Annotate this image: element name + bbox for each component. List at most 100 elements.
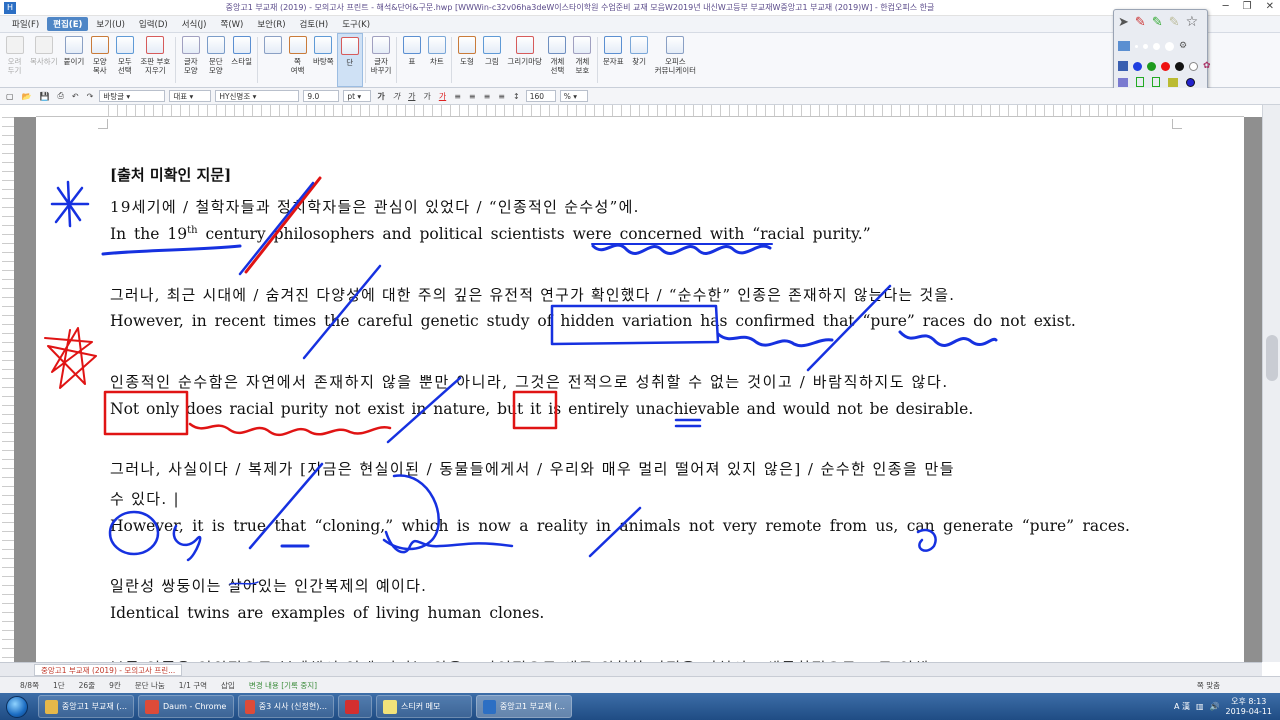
align-center-icon[interactable]: ≡ xyxy=(467,92,478,101)
menu-item[interactable]: 쪽(W) xyxy=(215,17,250,31)
p3-english[interactable]: Not only does racial purity not exist in… xyxy=(110,400,973,418)
color-black-icon[interactable] xyxy=(1175,61,1184,71)
palette-icon[interactable]: ✿ xyxy=(1203,61,1211,71)
align-left-icon[interactable]: ≡ xyxy=(452,92,463,101)
doc-heading[interactable]: [출처 미확인 지문] xyxy=(110,164,231,185)
italic-icon[interactable]: 가 xyxy=(391,91,402,102)
vertical-scrollbar[interactable] xyxy=(1262,105,1280,662)
color-blue-icon[interactable] xyxy=(1133,61,1142,71)
screen-icon[interactable] xyxy=(1118,77,1128,87)
p1-english[interactable]: In the 19th century philosophers and pol… xyxy=(110,225,871,243)
color-white-icon[interactable] xyxy=(1189,61,1198,71)
menu-item[interactable]: 입력(D) xyxy=(133,17,174,31)
ribbon-button[interactable]: 단 xyxy=(336,33,363,87)
open-icon[interactable]: 📂 xyxy=(20,92,34,101)
p2-english[interactable]: However, in recent times the careful gen… xyxy=(110,312,1076,330)
taskbar-item[interactable]: 중3 시사 (신정현)... xyxy=(238,695,334,718)
ribbon-button[interactable]: 글자 바꾸기 xyxy=(368,33,395,87)
ribbon-button[interactable]: 바탕쪽 xyxy=(310,33,337,87)
font-select[interactable]: HY신명조 ▾ xyxy=(215,90,300,102)
color-picker-icon[interactable] xyxy=(1186,77,1195,87)
volume-icon[interactable]: 🔊 xyxy=(1210,702,1220,711)
font-size-field[interactable]: 9.0 xyxy=(303,90,340,102)
settings-gear-icon[interactable]: ⚙ xyxy=(1179,41,1187,51)
print-icon[interactable]: ⎙ xyxy=(56,91,66,101)
scrollbar-thumb[interactable] xyxy=(1266,335,1278,381)
pen-green-icon[interactable]: ✎ xyxy=(1152,15,1163,30)
cursor-pointer-icon[interactable]: ➤ xyxy=(1118,15,1129,30)
strike-icon[interactable]: 가 xyxy=(421,91,432,102)
ribbon-button[interactable]: 그림 xyxy=(479,33,504,87)
ribbon-button[interactable]: 붙이기 xyxy=(61,33,88,87)
ribbon-button[interactable]: 찾기 xyxy=(627,33,652,87)
ribbon-button[interactable]: 그리기마당 xyxy=(504,33,545,87)
underline-icon[interactable]: 가 xyxy=(406,91,417,102)
p4-korean-b[interactable]: 수 있다. | xyxy=(110,488,180,509)
vertical-ruler[interactable] xyxy=(2,117,14,662)
network-icon[interactable]: ▥ xyxy=(1196,702,1204,711)
taskbar-item[interactable]: Daum - Chrome xyxy=(138,695,234,718)
taskbar-item[interactable]: 중앙고1 부교재 (... xyxy=(476,695,572,718)
p1-korean[interactable]: 19세기에 / 철학자들과 정치학자들은 관심이 있었다 / “인종적인 순수성… xyxy=(110,196,640,217)
align-justify-icon[interactable]: ≡ xyxy=(496,92,507,101)
taskbar-item[interactable] xyxy=(338,695,372,718)
ribbon-button[interactable]: 도형 xyxy=(454,33,479,87)
font-lang-select[interactable]: 대표 ▾ xyxy=(169,90,212,102)
status-track[interactable]: 변경 내용 [기록 중지] xyxy=(249,680,317,691)
size-3-icon[interactable] xyxy=(1153,42,1160,50)
ribbon-button[interactable]: 오려 두기 xyxy=(2,33,27,87)
menu-item[interactable]: 도구(K) xyxy=(336,17,376,31)
ribbon-button[interactable]: 모두 선택 xyxy=(112,33,137,87)
page-b-icon[interactable] xyxy=(1152,77,1160,87)
ribbon-button[interactable]: 스타일 xyxy=(228,33,255,87)
ribbon-button[interactable]: 복사하기 xyxy=(27,33,61,87)
style-select[interactable]: 바탕글 ▾ xyxy=(99,90,166,102)
line-spacing-icon[interactable]: ↕ xyxy=(511,92,522,101)
maximize-icon[interactable]: ❐ xyxy=(1243,1,1252,12)
menu-item[interactable]: 파일(F) xyxy=(6,17,45,31)
board-icon[interactable] xyxy=(1168,77,1178,87)
size-1-icon[interactable] xyxy=(1135,44,1138,48)
menu-item[interactable]: 검토(H) xyxy=(294,17,335,31)
star-icon[interactable]: ☆ xyxy=(1186,14,1199,30)
minimize-icon[interactable]: ─ xyxy=(1223,1,1229,12)
save-icon[interactable]: 💾 xyxy=(38,92,52,101)
zoom-unit-select[interactable]: % ▾ xyxy=(559,90,588,102)
zoom-field[interactable]: 160 xyxy=(525,90,556,102)
menu-item[interactable]: 서식(J) xyxy=(176,17,213,31)
page-a-icon[interactable] xyxy=(1136,77,1144,87)
ribbon-button[interactable]: 조판 부호 지우기 xyxy=(137,33,173,87)
clock[interactable]: 오후 8:13 2019-04-11 xyxy=(1226,697,1273,717)
p4-english[interactable]: However, it is true that “cloning,” whic… xyxy=(110,517,1130,535)
menu-item[interactable]: 보안(R) xyxy=(251,17,291,31)
ribbon-button[interactable]: 문단 모양 xyxy=(203,33,228,87)
p5-korean[interactable]: 일란성 쌍둥이는 살아있는 인간복제의 예이다. xyxy=(110,575,427,596)
menu-item[interactable]: 보기(U) xyxy=(90,17,131,31)
line-tool-icon[interactable] xyxy=(1118,61,1128,71)
redo-icon[interactable]: ↷ xyxy=(85,92,96,101)
unit-select[interactable]: pt ▾ xyxy=(343,90,372,102)
taskbar-item[interactable]: 스티커 메모 xyxy=(376,695,472,718)
horizontal-ruler[interactable] xyxy=(36,105,1244,117)
ribbon-button[interactable]: 문자표 xyxy=(600,33,627,87)
ribbon-button[interactable]: 오피스 커뮤니케이터 xyxy=(652,33,699,87)
p3-korean[interactable]: 인종적인 순수함은 자연에서 존재하지 않을 뿐만 아니라, 그것은 전적으로 … xyxy=(110,371,949,392)
status-mode[interactable]: 삽입 xyxy=(221,680,235,691)
size-4-icon[interactable] xyxy=(1165,41,1174,51)
menu-item[interactable]: 편집(E) xyxy=(47,17,89,31)
pen-red-icon[interactable]: ✎ xyxy=(1135,15,1146,30)
ribbon-button[interactable]: 개체 보호 xyxy=(570,33,595,87)
ribbon-button[interactable]: 글자 모양 xyxy=(178,33,203,87)
ribbon-button[interactable]: 표 xyxy=(399,33,424,87)
close-icon[interactable]: ✕ xyxy=(1266,1,1274,12)
language-indicator[interactable]: A 漢 xyxy=(1174,701,1190,712)
eraser-icon[interactable] xyxy=(1118,41,1130,51)
pen-yellow-icon[interactable]: ✎ xyxy=(1169,15,1180,30)
p2-korean[interactable]: 그러나, 최근 시대에 / 숨겨진 다양성에 대한 주의 깊은 유전적 연구가 … xyxy=(110,284,955,305)
doc-tab[interactable]: 중앙고1 부교재 (2019) - 모의고사 프린... xyxy=(34,664,183,676)
color-red-icon[interactable] xyxy=(1161,61,1170,71)
bold-icon[interactable]: 가 xyxy=(375,91,386,102)
start-button[interactable] xyxy=(0,693,34,720)
ribbon-button[interactable] xyxy=(260,33,285,87)
size-2-icon[interactable] xyxy=(1143,43,1148,49)
